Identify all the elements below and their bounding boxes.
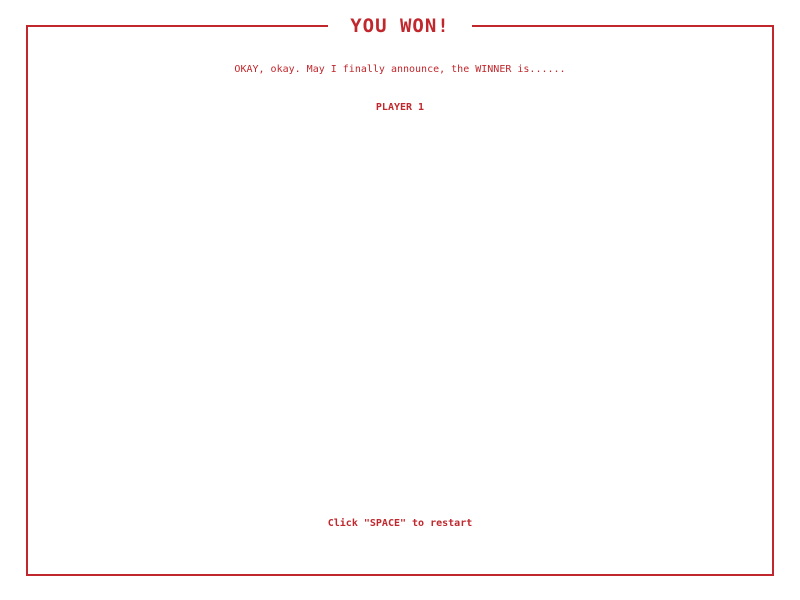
restart-hint: Click "SPACE" to restart (327, 518, 473, 529)
winner-announcement: OKAY, okay. May I finally announce, the … (234, 64, 566, 75)
winner-name: PLAYER 1 (375, 102, 425, 113)
you-won-title: YOU WON! (350, 15, 450, 37)
game-over-screen: YOU WON! OKAY, okay. May I finally annou… (0, 0, 800, 600)
